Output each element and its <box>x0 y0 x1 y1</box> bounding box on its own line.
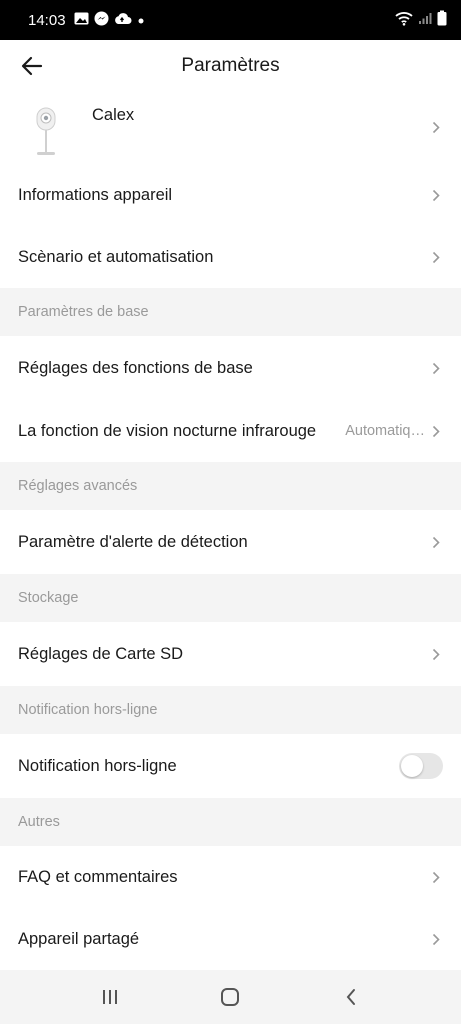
scenario-label: Scènario et automatisation <box>18 247 214 266</box>
system-nav-bar <box>0 970 461 1024</box>
chevron-right-icon <box>429 361 443 375</box>
section-basic-header: Paramètres de base <box>18 304 149 320</box>
device-row[interactable]: Calex <box>0 92 461 164</box>
app-header: Paramètres <box>0 40 461 92</box>
chevron-right-icon <box>429 120 443 134</box>
offline-notification-toggle[interactable] <box>399 753 443 779</box>
device-info-label: Informations appareil <box>18 185 173 204</box>
camera-icon <box>28 106 84 158</box>
back-icon[interactable] <box>336 982 366 1012</box>
arrow-left-icon[interactable] <box>18 52 46 80</box>
status-time: 14:03 <box>28 11 66 29</box>
messenger-icon <box>94 11 109 30</box>
dot-icon <box>137 12 145 29</box>
toggle-knob <box>401 755 423 777</box>
chevron-right-icon <box>429 250 443 264</box>
basic-settings-row[interactable]: Réglages des fonctions de base <box>0 336 461 400</box>
status-bar: 14:03 <box>0 0 461 40</box>
recent-apps-icon[interactable] <box>95 982 125 1012</box>
page-title: Paramètres <box>181 55 280 76</box>
shared-device-label: Appareil partagé <box>18 929 140 948</box>
chevron-right-icon <box>429 932 443 946</box>
section-notification-header: Notification hors-ligne <box>18 702 158 718</box>
offline-notification-label: Notification hors-ligne <box>18 756 177 775</box>
faq-row[interactable]: FAQ et commentaires <box>0 846 461 908</box>
faq-label: FAQ et commentaires <box>18 867 178 886</box>
sd-card-row[interactable]: Réglages de Carte SD <box>0 622 461 686</box>
chevron-right-icon <box>429 424 443 438</box>
cloud-icon <box>114 12 132 29</box>
image-icon <box>74 12 89 29</box>
chevron-right-icon <box>429 647 443 661</box>
chevron-right-icon <box>429 870 443 884</box>
signal-icon <box>418 11 432 29</box>
shared-device-row[interactable]: Appareil partagé <box>0 908 461 970</box>
scenario-row[interactable]: Scènario et automatisation <box>0 226 461 288</box>
section-storage-header: Stockage <box>18 590 79 606</box>
home-icon[interactable] <box>215 982 245 1012</box>
offline-notification-row: Notification hors-ligne <box>0 734 461 798</box>
basic-settings-label: Réglages des fonctions de base <box>18 358 253 377</box>
device-name: Calex <box>92 106 135 124</box>
wifi-icon <box>395 11 413 30</box>
night-vision-row[interactable]: La fonction de vision nocturne infraroug… <box>0 400 461 462</box>
battery-icon <box>437 10 447 30</box>
night-vision-value: Automatiq… <box>345 423 425 439</box>
chevron-right-icon <box>429 535 443 549</box>
alert-label: Paramètre d'alerte de détection <box>18 532 248 551</box>
section-others-header: Autres <box>18 814 60 830</box>
section-advanced-header: Réglages avancés <box>18 478 138 494</box>
device-info-row[interactable]: Informations appareil <box>0 164 461 226</box>
alert-row[interactable]: Paramètre d'alerte de détection <box>0 510 461 574</box>
night-vision-label: La fonction de vision nocturne infraroug… <box>18 421 317 440</box>
sd-card-label: Réglages de Carte SD <box>18 644 184 663</box>
chevron-right-icon <box>429 188 443 202</box>
